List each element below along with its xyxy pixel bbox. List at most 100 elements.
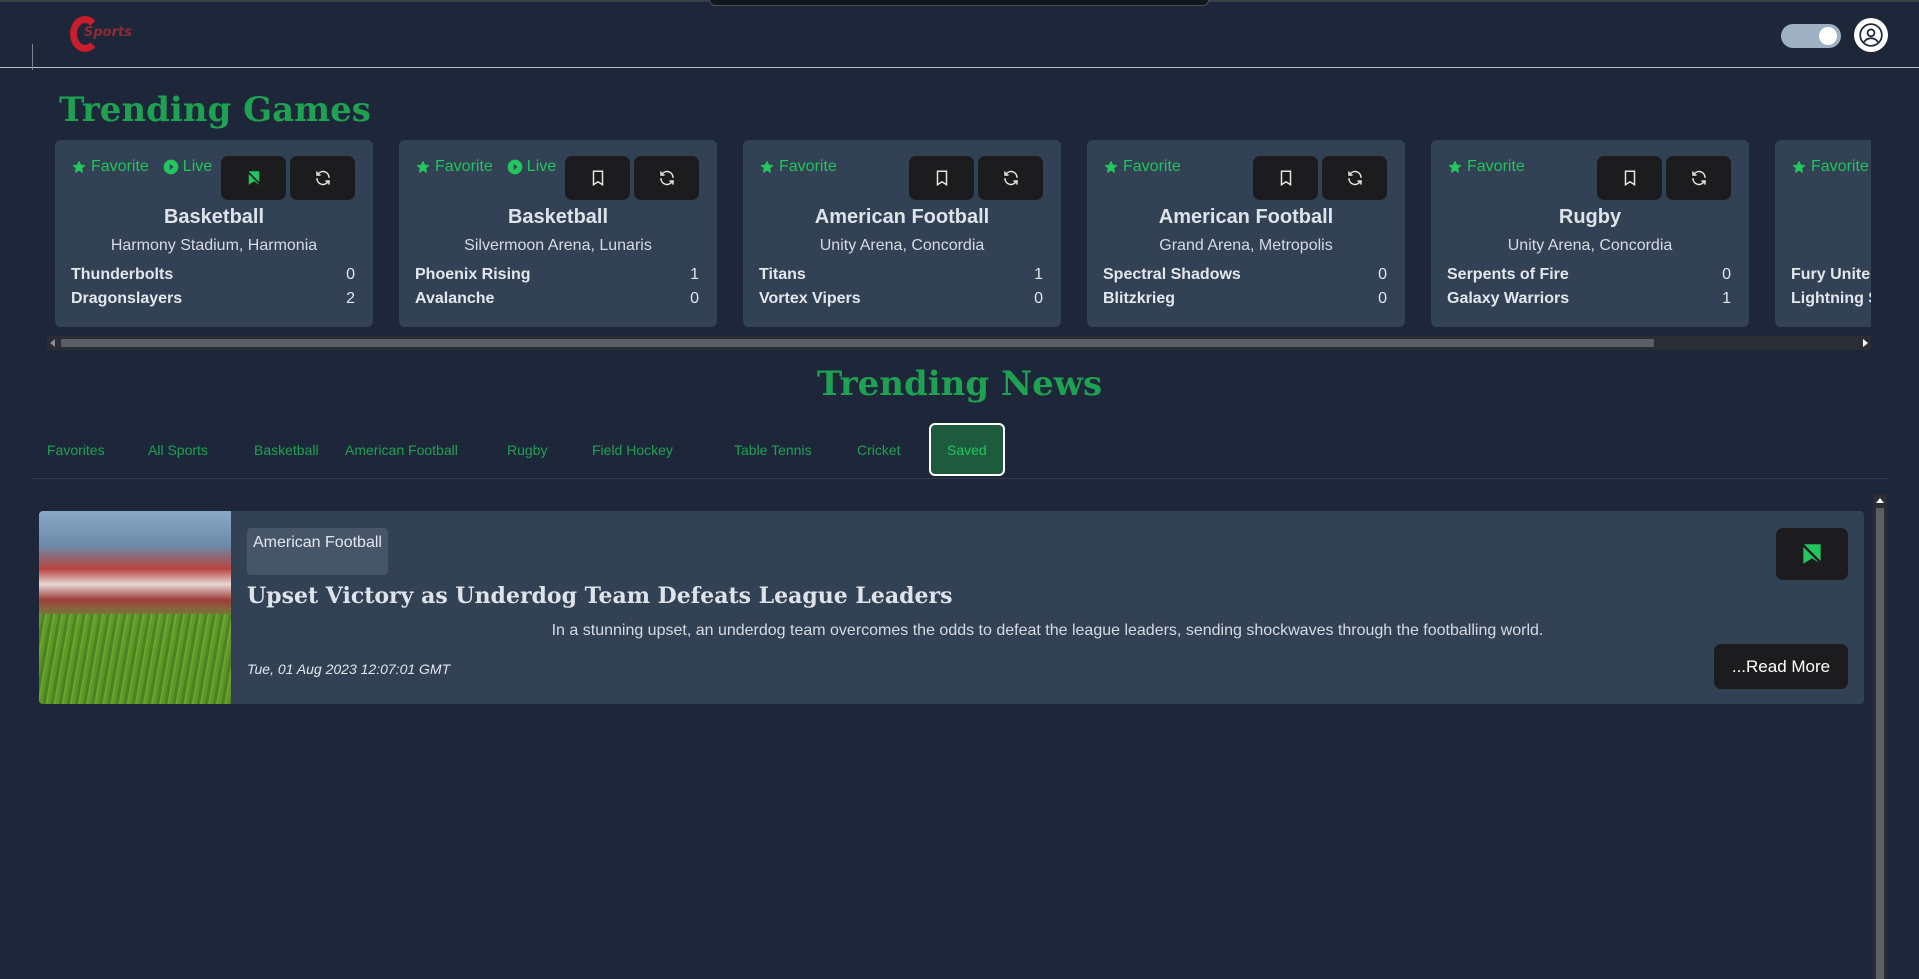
app-logo[interactable]: Sports xyxy=(70,16,132,54)
game-card[interactable]: Favorite American Football Grand Arena, … xyxy=(1087,140,1405,327)
team-row: Spectral Shadows 0 xyxy=(1103,266,1387,284)
favorite-toggle[interactable]: Favorite xyxy=(1103,158,1181,176)
star-icon xyxy=(1448,160,1462,174)
live-label: Live xyxy=(182,158,213,175)
favorite-toggle[interactable]: Favorite Live xyxy=(71,158,212,176)
team-score: 1 xyxy=(1034,266,1043,283)
bookmark-icon xyxy=(936,170,947,187)
favorite-toggle[interactable]: Favorite Live xyxy=(415,158,556,176)
tab-basketball[interactable]: Basketball xyxy=(238,423,335,476)
play-circle-icon xyxy=(163,159,179,175)
team-row: Thunderbolts 0 xyxy=(71,266,355,284)
article-headline[interactable]: Upset Victory as Underdog Team Defeats L… xyxy=(247,583,953,609)
card-actions xyxy=(1253,156,1387,200)
team-score: 0 xyxy=(1378,266,1387,283)
refresh-icon xyxy=(1003,170,1018,186)
team-row: Lightning S xyxy=(1791,290,1871,308)
game-card[interactable]: Favorite American Football Unity Arena, … xyxy=(743,140,1061,327)
scroll-up-arrow[interactable] xyxy=(1876,498,1884,503)
article-image-grass xyxy=(39,614,231,704)
refresh-icon xyxy=(1691,170,1706,186)
tab-table-tennis[interactable]: Table Tennis xyxy=(718,423,828,476)
game-sport: American Football xyxy=(814,206,990,228)
vertical-scrollbar[interactable] xyxy=(1873,494,1887,979)
team-name: Vortex Vipers xyxy=(759,290,861,307)
trending-news-title: Trending News xyxy=(816,364,1103,404)
live-indicator: Live xyxy=(507,158,556,176)
team-row: Serpents of Fire 0 xyxy=(1447,266,1731,284)
team-score: 2 xyxy=(346,290,355,307)
live-indicator: Live xyxy=(163,158,212,176)
tab-american-football[interactable]: American Football xyxy=(329,423,474,476)
team-row: Blitzkrieg 0 xyxy=(1103,290,1387,308)
refresh-score-button[interactable] xyxy=(1666,156,1731,200)
refresh-score-button[interactable] xyxy=(634,156,699,200)
favorite-toggle[interactable]: Favorite xyxy=(1447,158,1525,176)
games-carousel[interactable]: Favorite Live Basketball Harmony Stadium,… xyxy=(47,140,1871,330)
card-actions xyxy=(909,156,1043,200)
horizontal-scrollbar[interactable] xyxy=(47,336,1871,350)
favorite-toggle[interactable]: Favorite xyxy=(759,158,837,176)
favorite-label: Favorite xyxy=(435,158,493,175)
tab-rugby[interactable]: Rugby xyxy=(491,423,563,476)
team-score: 0 xyxy=(346,266,355,283)
team-score: 0 xyxy=(1722,266,1731,283)
favorite-label: Favorite xyxy=(1123,158,1181,175)
refresh-icon xyxy=(659,170,674,186)
game-sport: Basketball xyxy=(507,206,609,228)
theme-toggle[interactable] xyxy=(1781,24,1841,48)
card-actions xyxy=(565,156,699,200)
tab-favorites[interactable]: Favorites xyxy=(31,423,121,476)
game-card[interactable]: Favorite Un Fury Unite Lightning S xyxy=(1775,140,1871,327)
game-venue: Grand Arena, Metropolis xyxy=(1159,237,1333,254)
team-name: Phoenix Rising xyxy=(415,266,531,283)
team-score: 0 xyxy=(690,290,699,307)
save-game-button[interactable] xyxy=(565,156,630,200)
read-more-button[interactable]: ...Read More xyxy=(1714,644,1848,689)
top-notch xyxy=(709,0,1209,6)
refresh-score-button[interactable] xyxy=(1322,156,1387,200)
user-avatar-button[interactable] xyxy=(1854,18,1888,52)
tab-saved[interactable]: Saved xyxy=(929,423,1005,476)
divider xyxy=(32,44,33,70)
refresh-score-button[interactable] xyxy=(978,156,1043,200)
tab-all-sports[interactable]: All Sports xyxy=(132,423,224,476)
scroll-right-arrow[interactable] xyxy=(1863,339,1868,347)
save-game-button[interactable] xyxy=(1253,156,1318,200)
favorite-toggle[interactable]: Favorite xyxy=(1791,158,1869,176)
tab-field-hockey[interactable]: Field Hockey xyxy=(576,423,689,476)
game-card[interactable]: Favorite Live Basketball Silvermoon Arena… xyxy=(399,140,717,327)
star-icon xyxy=(416,160,430,174)
save-game-button[interactable] xyxy=(1597,156,1662,200)
team-name: Serpents of Fire xyxy=(1447,266,1569,283)
unsave-game-button[interactable] xyxy=(221,156,286,200)
top-navbar: Sports xyxy=(0,0,1919,70)
unsave-article-button[interactable] xyxy=(1776,528,1848,580)
game-venue: Unity Arena, Concordia xyxy=(1507,237,1673,254)
team-score: 1 xyxy=(1722,290,1731,307)
game-card[interactable]: Favorite Rugby Unity Arena, Concordia Se… xyxy=(1431,140,1749,327)
refresh-icon xyxy=(315,170,330,186)
card-actions xyxy=(1597,156,1731,200)
game-sport: American Football xyxy=(1158,206,1334,228)
star-icon xyxy=(1792,160,1806,174)
star-icon xyxy=(1104,160,1118,174)
team-name: Titans xyxy=(759,266,806,283)
tab-cricket[interactable]: Cricket xyxy=(841,423,917,476)
article-date: Tue, 01 Aug 2023 12:07:01 GMT xyxy=(247,661,451,677)
game-sport: Basketball xyxy=(163,206,265,228)
vertical-scrollbar-thumb[interactable] xyxy=(1876,508,1884,979)
team-name: Galaxy Warriors xyxy=(1447,290,1570,307)
scroll-left-arrow[interactable] xyxy=(50,339,55,347)
bookmark-icon xyxy=(1624,170,1635,187)
refresh-score-button[interactable] xyxy=(290,156,355,200)
user-circle-icon xyxy=(1859,23,1883,47)
team-name: Spectral Shadows xyxy=(1103,266,1241,283)
scrollbar-thumb[interactable] xyxy=(61,339,1654,347)
play-circle-icon xyxy=(507,159,523,175)
game-card[interactable]: Favorite Live Basketball Harmony Stadium,… xyxy=(55,140,373,327)
save-game-button[interactable] xyxy=(909,156,974,200)
favorite-label: Favorite xyxy=(1811,158,1869,175)
bookmark-slash-icon xyxy=(246,170,261,186)
article-summary: In a stunning upset, an underdog team ov… xyxy=(551,622,1544,639)
